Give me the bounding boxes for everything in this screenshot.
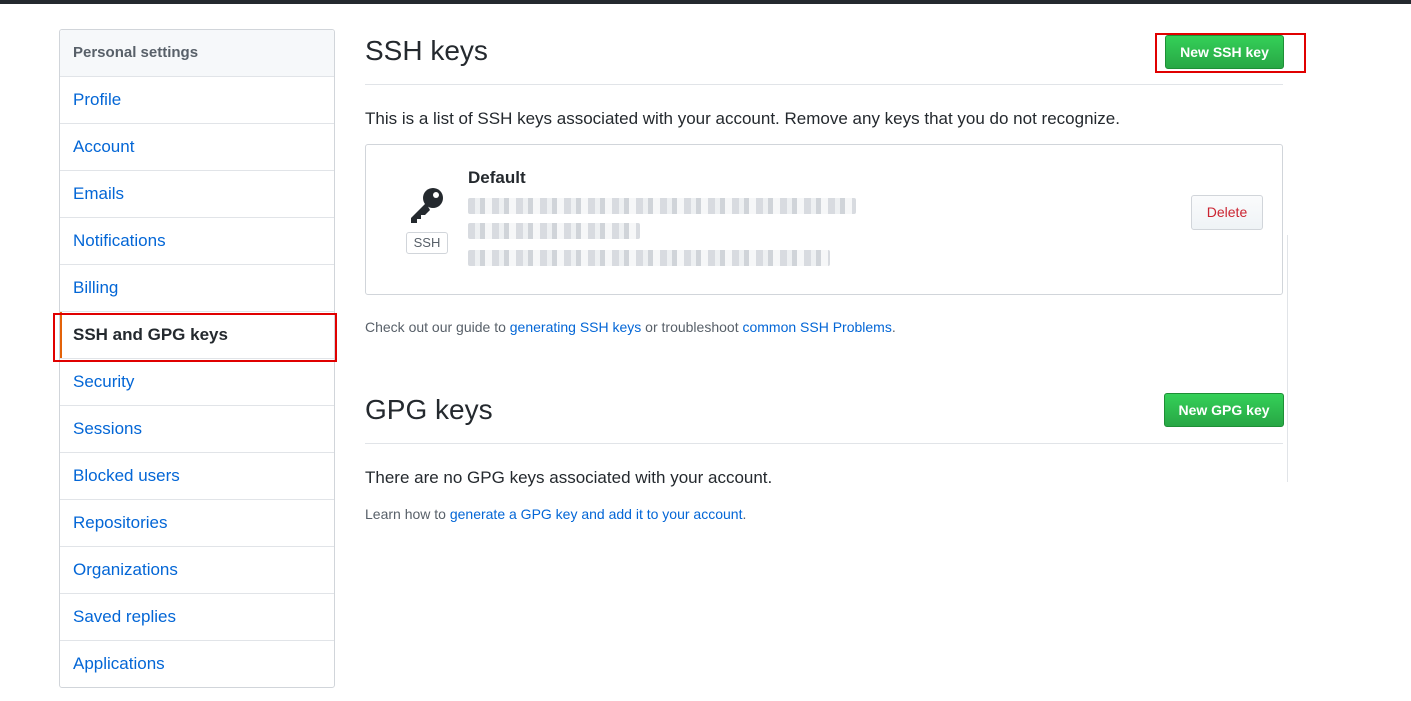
gpg-empty-text: There are no GPG keys associated with yo…: [365, 468, 773, 487]
sidebar-item-saved-replies[interactable]: Saved replies: [60, 594, 334, 641]
key-icon: [411, 188, 443, 223]
ssh-guide-text: Check out our guide to generating SSH ke…: [365, 319, 896, 335]
sidebar-item-account[interactable]: Account: [60, 124, 334, 171]
new-gpg-key-button[interactable]: New GPG key: [1164, 393, 1284, 427]
ssh-guide-prefix: Check out our guide to: [365, 319, 510, 335]
ssh-type-label: SSH: [406, 232, 448, 254]
delete-key-button[interactable]: Delete: [1191, 195, 1263, 230]
top-header-bar: [0, 0, 1411, 4]
sidebar-item-emails[interactable]: Emails: [60, 171, 334, 218]
redacted-key-usage: [468, 250, 830, 266]
sidebar-item-security[interactable]: Security: [60, 359, 334, 406]
sidebar-item-applications[interactable]: Applications: [60, 641, 334, 687]
new-ssh-key-button[interactable]: New SSH key: [1165, 35, 1284, 69]
sidebar-item-sessions[interactable]: Sessions: [60, 406, 334, 453]
ssh-guide-middle: or troubleshoot: [641, 319, 743, 335]
sidebar-item-organizations[interactable]: Organizations: [60, 547, 334, 594]
generate-gpg-key-link[interactable]: generate a GPG key and add it to your ac…: [450, 506, 743, 522]
redacted-key-info: [468, 223, 640, 239]
sidebar-item-blocked-users[interactable]: Blocked users: [60, 453, 334, 500]
sidebar-item-repositories[interactable]: Repositories: [60, 500, 334, 547]
ssh-description: This is a list of SSH keys associated wi…: [365, 109, 1120, 128]
ssh-section-divider: [365, 84, 1283, 85]
gpg-learn-suffix: .: [742, 506, 747, 522]
common-ssh-problems-link[interactable]: common SSH Problems: [742, 319, 891, 335]
settings-sidebar: Personal settings Profile Account Emails…: [59, 29, 335, 688]
ssh-key-item: SSH Default Delete: [365, 144, 1283, 295]
gpg-keys-title: GPG keys: [365, 394, 493, 425]
content-edge-line: [1287, 235, 1288, 482]
gpg-learn-text: Learn how to generate a GPG key and add …: [365, 506, 746, 522]
sidebar-item-profile[interactable]: Profile: [60, 77, 334, 124]
generating-ssh-keys-link[interactable]: generating SSH keys: [510, 319, 642, 335]
ssh-keys-title: SSH keys: [365, 35, 488, 66]
gpg-learn-prefix: Learn how to: [365, 506, 450, 522]
sidebar-item-billing[interactable]: Billing: [60, 265, 334, 312]
ssh-guide-suffix: .: [891, 319, 896, 335]
redacted-fingerprint: [468, 198, 856, 214]
ssh-key-name: Default: [468, 168, 526, 187]
gpg-section-divider: [365, 443, 1283, 444]
sidebar-item-ssh-gpg-keys[interactable]: SSH and GPG keys: [60, 312, 334, 359]
sidebar-header: Personal settings: [60, 30, 334, 77]
sidebar-item-notifications[interactable]: Notifications: [60, 218, 334, 265]
